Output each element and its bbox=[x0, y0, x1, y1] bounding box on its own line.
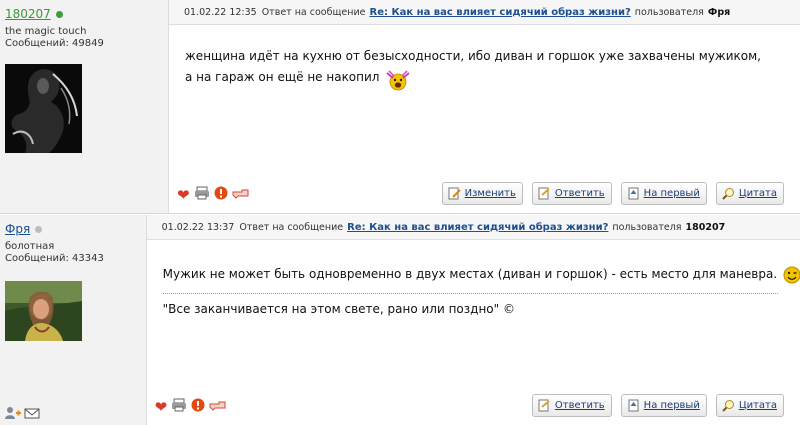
post-1: 180207 the magic touch Сообщений: 49849 … bbox=[0, 0, 800, 214]
warning-icon[interactable] bbox=[214, 186, 228, 203]
online-status-icon bbox=[55, 10, 63, 18]
pencil-page-icon bbox=[448, 187, 461, 200]
reply-button[interactable]: Ответить bbox=[531, 182, 612, 205]
post-header: 01.02.22 12:35 Ответ на сообщение Re: Ка… bbox=[169, 0, 800, 25]
author-name-link[interactable]: 180207 bbox=[5, 7, 51, 21]
signature: "Все заканчивается на этом свете, рано и… bbox=[162, 302, 515, 316]
edit-button[interactable]: Изменить bbox=[441, 182, 523, 205]
by-user-name: 180207 bbox=[685, 221, 726, 233]
crying-smiley-icon bbox=[385, 69, 410, 91]
page-up-icon bbox=[627, 399, 640, 412]
reply-to-thread-link[interactable]: Re: Как на вас влияет сидячий образ жизн… bbox=[370, 7, 631, 18]
offline-status-icon bbox=[35, 225, 43, 233]
to-first-button-label: На первый bbox=[643, 400, 700, 411]
add-friend-icon[interactable] bbox=[4, 406, 22, 423]
envelope-icon[interactable] bbox=[24, 406, 40, 423]
post-buttons: Изменить Ответить На первый Цитата bbox=[441, 182, 784, 205]
post-text-line: женщина идёт на кухню от безысходности, … bbox=[185, 49, 761, 63]
by-user-name: Фря bbox=[707, 6, 731, 18]
heart-icon[interactable]: ❤ bbox=[177, 187, 190, 202]
quote-button-label: Цитата bbox=[738, 400, 777, 411]
to-first-button-label: На первый bbox=[643, 188, 700, 199]
by-user-label: пользователя bbox=[634, 6, 704, 18]
heart-icon[interactable]: ❤ bbox=[155, 399, 168, 414]
post-date: 01.02.22 13:37 bbox=[161, 221, 235, 233]
reply-button-label: Ответить bbox=[554, 400, 605, 411]
to-first-button[interactable]: На первый bbox=[620, 182, 707, 205]
printer-icon[interactable] bbox=[171, 398, 187, 415]
wink-smiley-icon bbox=[783, 266, 800, 284]
post-body: женщина идёт на кухню от безысходности, … bbox=[169, 25, 800, 91]
page-up-icon bbox=[627, 187, 640, 200]
magnifier-icon bbox=[722, 399, 735, 412]
reply-page-icon bbox=[538, 187, 551, 200]
author-title: the magic touch bbox=[5, 26, 87, 37]
post-text-line: а на гараж он ещё не накопил bbox=[185, 70, 380, 84]
author-post-count: Сообщений: 49849 bbox=[5, 38, 104, 49]
post-buttons: Ответить На первый Цитата bbox=[531, 394, 784, 417]
warning-icon[interactable] bbox=[191, 398, 205, 415]
reply-to-thread-link[interactable]: Re: Как на вас влияет сидячий образ жизн… bbox=[347, 222, 608, 233]
author-post-count: Сообщений: 43343 bbox=[5, 253, 104, 264]
reply-button[interactable]: Ответить bbox=[531, 394, 612, 417]
to-first-button[interactable]: На первый bbox=[620, 394, 707, 417]
author-title: болотная bbox=[5, 241, 55, 252]
post-text-line: Мужик не может быть одновременно в двух … bbox=[162, 267, 778, 281]
reply-to-label: Ответ на сообщение bbox=[239, 221, 344, 233]
post-author-sidebar: Фря болотная Сообщений: 43343 bbox=[0, 215, 147, 425]
quote-button[interactable]: Цитата bbox=[715, 182, 784, 205]
post-actions: ❤ bbox=[177, 186, 250, 203]
user-actions bbox=[4, 406, 40, 423]
quote-button[interactable]: Цитата bbox=[715, 394, 784, 417]
avatar[interactable] bbox=[5, 64, 82, 153]
author-name-link[interactable]: Фря bbox=[5, 222, 30, 236]
signature-divider bbox=[162, 293, 778, 294]
reply-to-label: Ответ на сообщение bbox=[261, 6, 366, 18]
post-author-sidebar: 180207 the magic touch Сообщений: 49849 bbox=[0, 0, 169, 213]
reply-button-label: Ответить bbox=[554, 188, 605, 199]
printer-icon[interactable] bbox=[194, 186, 210, 203]
post-2: Фря болотная Сообщений: 43343 01.02.22 1… bbox=[0, 215, 800, 425]
post-actions: ❤ bbox=[155, 398, 228, 415]
avatar[interactable] bbox=[5, 281, 82, 370]
magnifier-icon bbox=[722, 187, 735, 200]
quote-button-label: Цитата bbox=[738, 188, 777, 199]
by-user-label: пользователя bbox=[612, 221, 682, 233]
pointer-hand-icon[interactable] bbox=[232, 187, 250, 202]
reply-page-icon bbox=[538, 399, 551, 412]
post-header: 01.02.22 13:37 Ответ на сообщение Re: Ка… bbox=[146, 215, 800, 240]
post-date: 01.02.22 12:35 bbox=[184, 6, 257, 18]
pointer-hand-icon[interactable] bbox=[209, 399, 227, 414]
edit-button-label: Изменить bbox=[464, 188, 516, 199]
post-body: Мужик не может быть одновременно в двух … bbox=[147, 240, 800, 285]
